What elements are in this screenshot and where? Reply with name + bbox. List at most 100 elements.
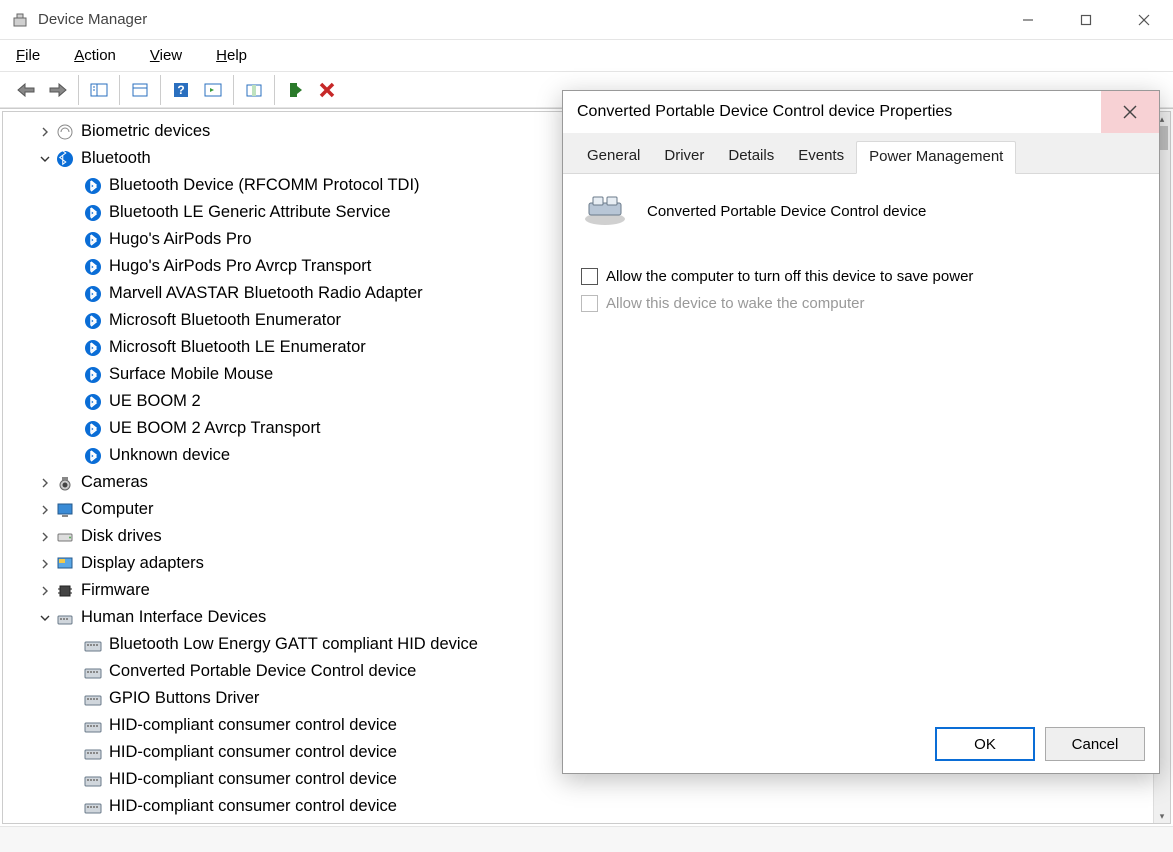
menu-file-label: ile (25, 47, 40, 64)
bluetooth-icon (83, 203, 103, 223)
tree-label: Computer (81, 496, 153, 523)
bluetooth-icon (83, 365, 103, 385)
tree-label: GPIO Buttons Driver (109, 685, 259, 712)
checkbox-wake (581, 295, 598, 312)
menu-help[interactable]: Help (208, 43, 255, 68)
show-hide-console-tree-button[interactable] (84, 75, 114, 105)
hid-device-icon (83, 797, 103, 817)
disk-icon (55, 527, 75, 547)
scan-for-hardware-changes-button[interactable] (198, 75, 228, 105)
menu-file[interactable]: File (8, 43, 48, 68)
tree-label: Unknown device (109, 442, 230, 469)
tree-label: Hugo's AirPods Pro (109, 226, 252, 253)
tree-label: Cameras (81, 469, 148, 496)
checkbox-power-off[interactable] (581, 268, 598, 285)
bluetooth-icon (83, 311, 103, 331)
forward-button[interactable] (43, 75, 73, 105)
bluetooth-icon (55, 149, 75, 169)
chevron-right-icon[interactable] (37, 475, 53, 491)
app-icon (12, 12, 28, 28)
dialog-title: Converted Portable Device Control device… (577, 103, 952, 121)
menu-action[interactable]: Action (66, 43, 124, 68)
tree-label: HID-compliant consumer control device (109, 739, 397, 766)
bluetooth-icon (83, 230, 103, 250)
hid-icon (55, 608, 75, 628)
chevron-right-icon[interactable] (37, 502, 53, 518)
tree-label: Bluetooth (81, 145, 151, 172)
hid-device-icon (83, 716, 103, 736)
tab-details[interactable]: Details (716, 141, 786, 173)
bluetooth-icon (83, 257, 103, 277)
chevron-down-icon[interactable] (37, 610, 53, 626)
tree-label: Surface Mobile Mouse (109, 361, 273, 388)
checkbox-power-off-label: Allow the computer to turn off this devi… (606, 268, 973, 285)
bluetooth-icon (83, 284, 103, 304)
tab-driver[interactable]: Driver (652, 141, 716, 173)
properties-dialog: Converted Portable Device Control device… (562, 90, 1160, 774)
ok-button[interactable]: OK (935, 727, 1035, 761)
monitor-icon (55, 500, 75, 520)
chevron-down-icon[interactable] (37, 151, 53, 167)
display-icon (55, 554, 75, 574)
tab-events[interactable]: Events (786, 141, 856, 173)
svg-text:?: ? (177, 83, 184, 97)
bluetooth-icon (83, 392, 103, 412)
maximize-button[interactable] (1057, 0, 1115, 39)
help-button[interactable]: ? (166, 75, 196, 105)
tree-label: Disk drives (81, 523, 162, 550)
tree-label: HID-compliant consumer control device (109, 766, 397, 793)
menu-help-label: elp (227, 47, 247, 64)
bluetooth-icon (83, 419, 103, 439)
tree-label: HID-compliant consumer control device (109, 712, 397, 739)
tree-label: Converted Portable Device Control device (109, 658, 416, 685)
properties-button[interactable] (125, 75, 155, 105)
tree-label: Bluetooth Device (RFCOMM Protocol TDI) (109, 172, 420, 199)
window-controls (999, 0, 1173, 39)
statusbar (0, 826, 1173, 852)
dialog-titlebar: Converted Portable Device Control device… (563, 91, 1159, 133)
tree-device[interactable]: HID-compliant consumer control device (3, 793, 1170, 820)
menubar: File Action View Help (0, 40, 1173, 72)
back-button[interactable] (11, 75, 41, 105)
hid-device-icon (83, 743, 103, 763)
tree-label: Microsoft Bluetooth Enumerator (109, 307, 341, 334)
menu-view-label: iew (160, 47, 183, 64)
dialog-tabs: General Driver Details Events Power Mana… (563, 133, 1159, 174)
tree-label: UE BOOM 2 Avrcp Transport (109, 415, 321, 442)
update-driver-button[interactable] (239, 75, 269, 105)
menu-view[interactable]: View (142, 43, 190, 68)
bluetooth-icon (83, 176, 103, 196)
tree-label: Human Interface Devices (81, 604, 266, 631)
bluetooth-icon (83, 338, 103, 358)
tree-label: Display adapters (81, 550, 204, 577)
chevron-right-icon[interactable] (37, 556, 53, 572)
minimize-button[interactable] (999, 0, 1057, 39)
tab-general[interactable]: General (575, 141, 652, 173)
tree-label: Marvell AVASTAR Bluetooth Radio Adapter (109, 280, 423, 307)
tree-label: Biometric devices (81, 118, 210, 145)
fingerprint-icon (55, 122, 75, 142)
scroll-down-icon[interactable]: ▾ (1154, 809, 1170, 823)
checkbox-wake-label: Allow this device to wake the computer (606, 295, 864, 312)
chevron-right-icon[interactable] (37, 583, 53, 599)
hid-device-icon (83, 689, 103, 709)
close-button[interactable] (1115, 0, 1173, 39)
uninstall-device-button[interactable] (312, 75, 342, 105)
enable-device-button[interactable] (280, 75, 310, 105)
tree-label: Hugo's AirPods Pro Avrcp Transport (109, 253, 371, 280)
tab-power-management[interactable]: Power Management (856, 141, 1016, 174)
checkbox-wake-row: Allow this device to wake the computer (581, 295, 1141, 312)
hid-device-icon (83, 770, 103, 790)
checkbox-power-off-row[interactable]: Allow the computer to turn off this devi… (581, 268, 1141, 285)
tree-label: Bluetooth LE Generic Attribute Service (109, 199, 391, 226)
cancel-button[interactable]: Cancel (1045, 727, 1145, 761)
device-icon (581, 192, 629, 230)
chevron-right-icon[interactable] (37, 124, 53, 140)
bluetooth-icon (83, 446, 103, 466)
hid-device-icon (83, 662, 103, 682)
hid-device-icon (83, 635, 103, 655)
dialog-close-button[interactable] (1101, 91, 1159, 133)
tree-label: UE BOOM 2 (109, 388, 201, 415)
menu-action-label: ction (84, 47, 116, 64)
chevron-right-icon[interactable] (37, 529, 53, 545)
